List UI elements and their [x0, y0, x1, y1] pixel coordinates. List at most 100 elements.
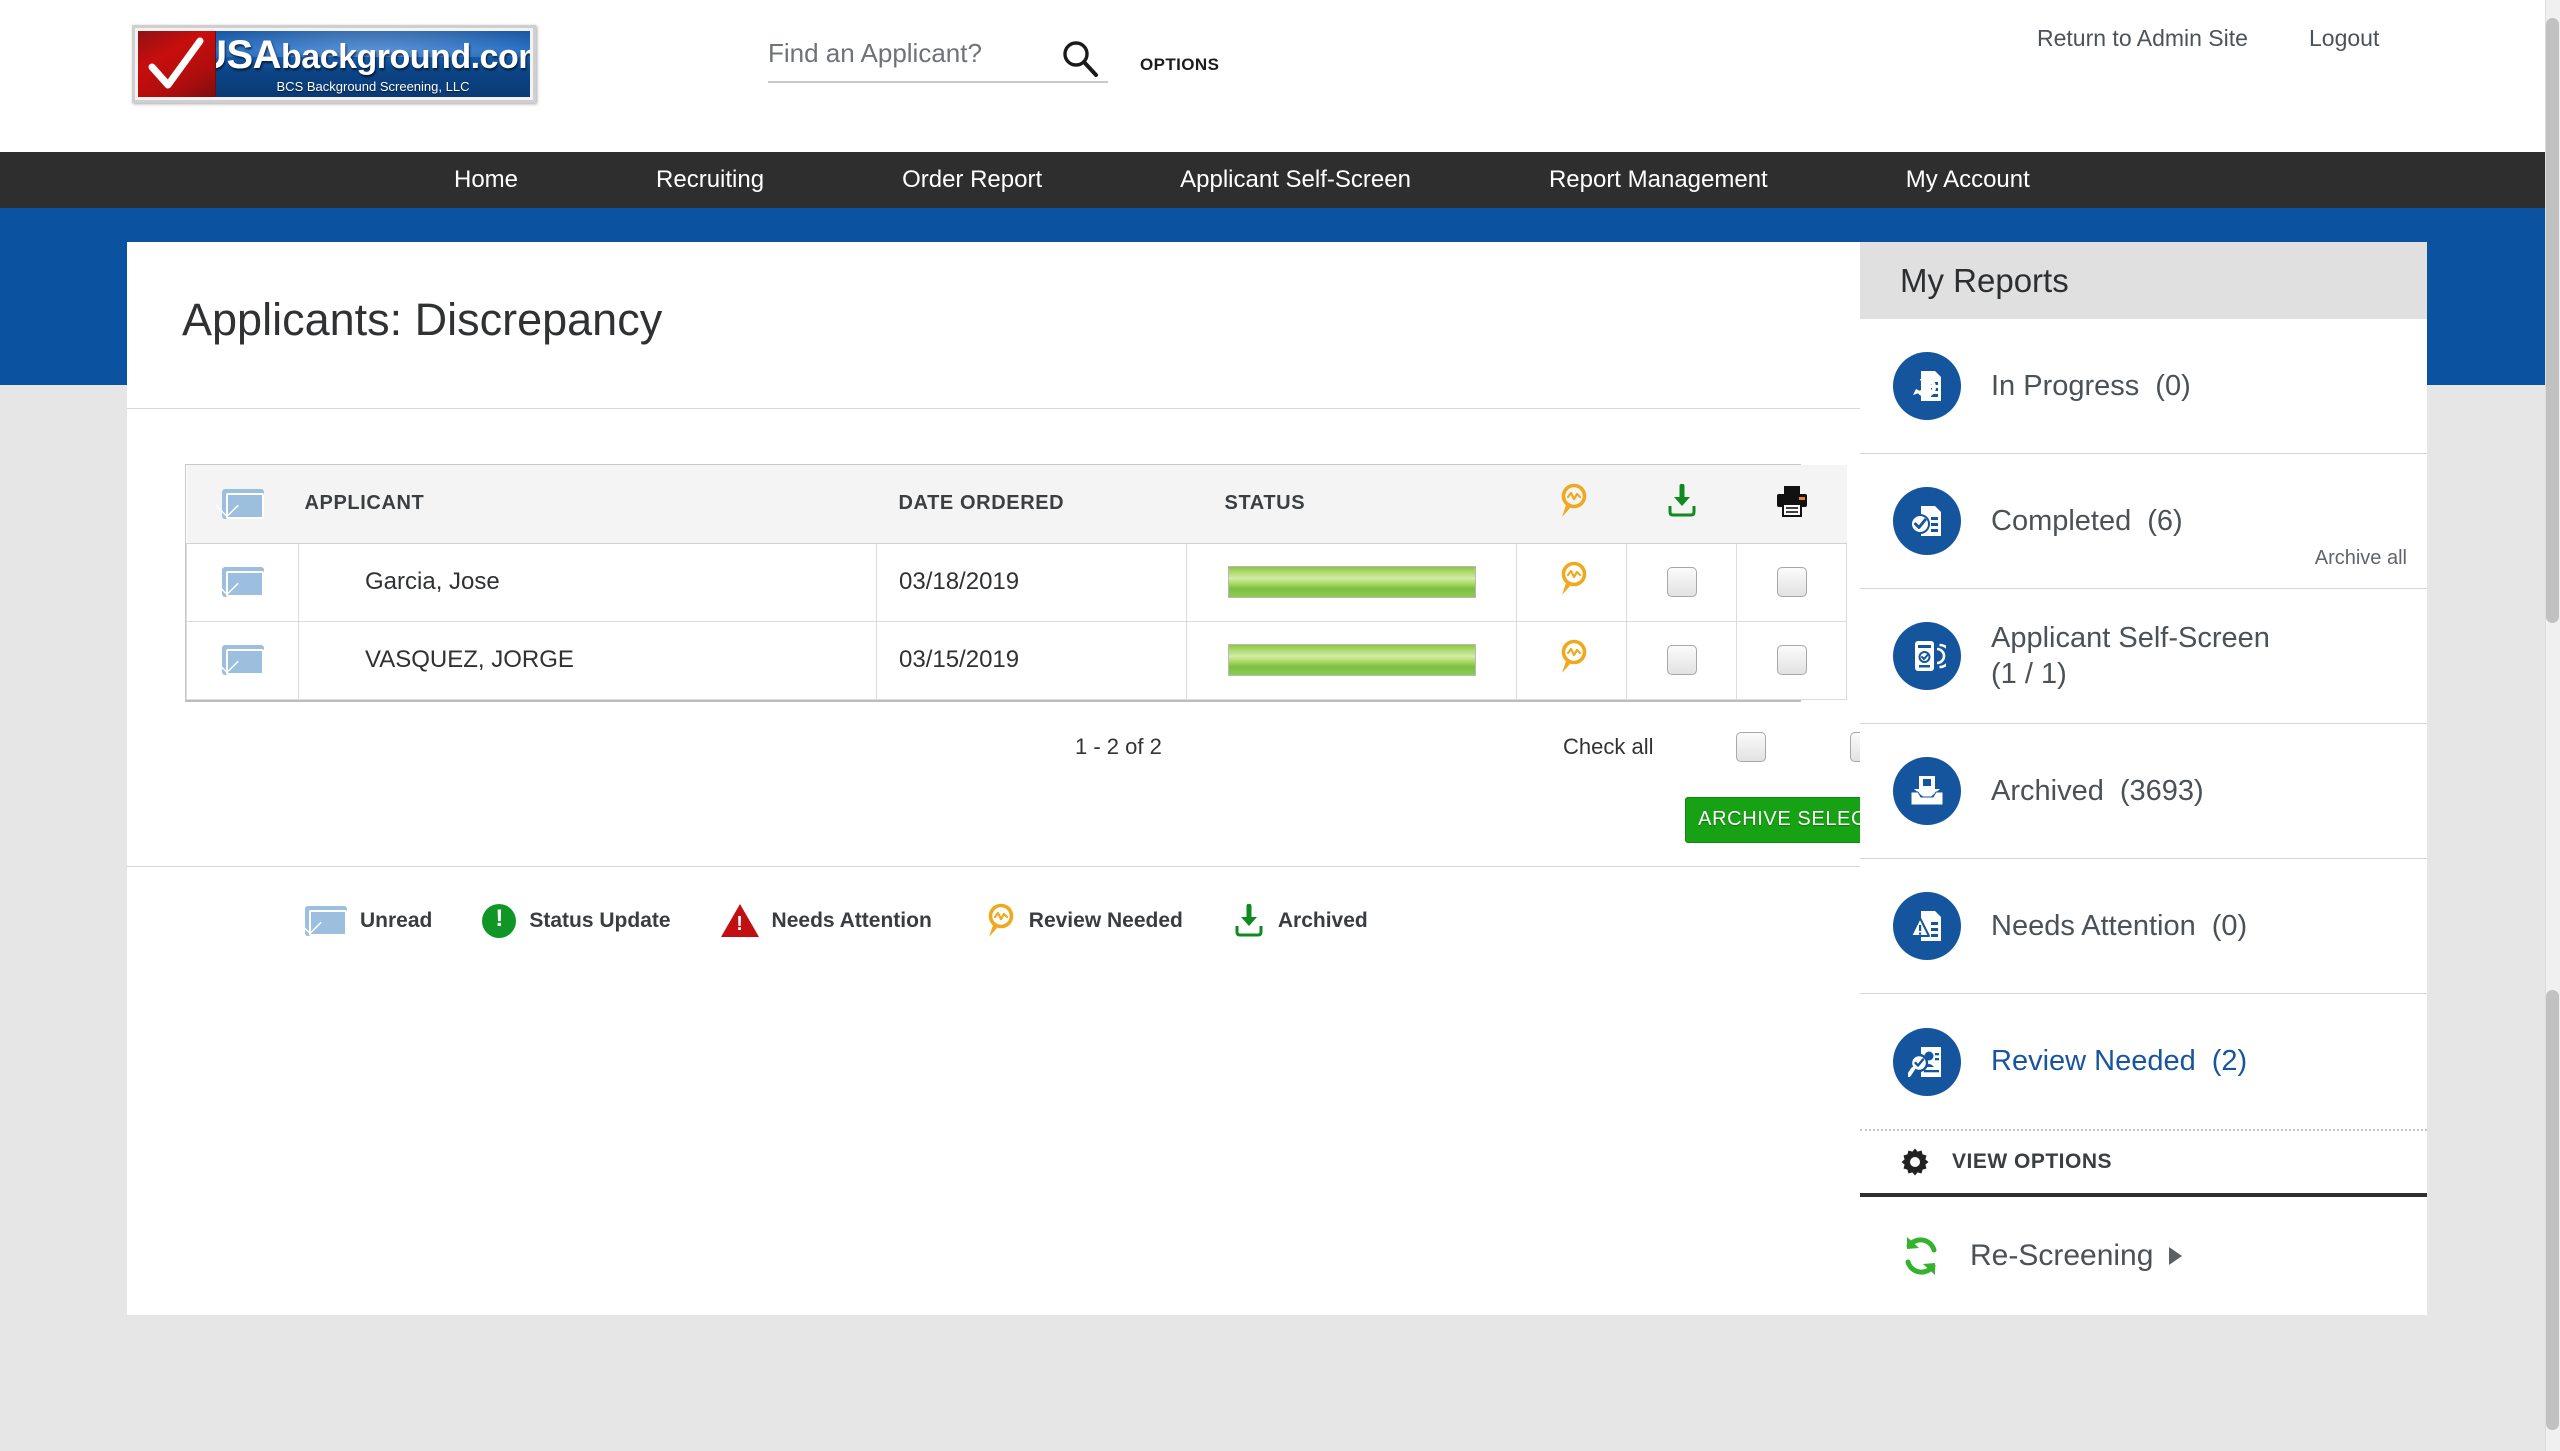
status-progress-bar — [1227, 566, 1476, 598]
row-applicant-name[interactable]: Garcia, Jose — [298, 542, 877, 622]
sidebar-item-label: Needs Attention — [1991, 909, 2196, 942]
row-print-checkbox-cell[interactable] — [1736, 620, 1847, 700]
nav-item-recruiting[interactable]: Recruiting — [602, 166, 818, 194]
unread-envelope-icon[interactable] — [221, 567, 264, 597]
re-screening-row[interactable]: Re-Screening — [1860, 1197, 2427, 1315]
row-review-needed-cell[interactable] — [1516, 620, 1627, 700]
nav-item-applicant-self-screen[interactable]: Applicant Self-Screen — [1126, 166, 1465, 194]
sidebar-item-needs-attention[interactable]: Needs Attention (0) — [1860, 859, 2427, 994]
main-navigation-bar: Home Recruiting Order Report Applicant S… — [0, 152, 2545, 208]
needs-attention-report-icon — [1893, 892, 1961, 960]
table-footer: 1 - 2 of 2 Check all ARCHIVE SELECTED — [185, 702, 1921, 843]
legend-item-unread: Unread — [305, 905, 433, 936]
nav-item-report-management[interactable]: Report Management — [1495, 166, 1822, 194]
legend-item-review-needed: Review Needed — [982, 903, 1183, 939]
sidebar-item-in-progress[interactable]: In Progress (0) — [1860, 319, 2427, 454]
self-screen-icon — [1893, 622, 1961, 690]
legend-item-archived: Archived — [1233, 903, 1368, 938]
table-row[interactable]: Garcia, Jose 03/18/2019 — [186, 542, 1847, 622]
column-header-applicant[interactable]: APPLICANT — [298, 465, 877, 544]
row-envelope-cell[interactable] — [186, 620, 299, 700]
row-archive-checkbox-cell[interactable] — [1626, 620, 1737, 700]
sidebar-item-applicant-self-screen[interactable]: Applicant Self-Screen (1 / 1) — [1860, 589, 2427, 724]
logo-subtitle: BCS Background Screening, LLC — [276, 78, 470, 94]
print-checkbox[interactable] — [1776, 645, 1807, 675]
nav-item-home[interactable]: Home — [400, 166, 572, 194]
nav-item-order-report[interactable]: Order Report — [848, 166, 1096, 194]
legend: Unread Status Update Needs Attention Rev… — [305, 903, 1860, 939]
options-link[interactable]: OPTIONS — [1140, 55, 1219, 75]
checkmark-icon — [138, 31, 216, 97]
archive-checkbox[interactable] — [1666, 567, 1697, 597]
review-needed-icon — [988, 903, 1014, 937]
sidebar-item-count: (3693) — [2119, 774, 2204, 807]
logo-wordmark: USAbackground.com BCS Background Screeni… — [216, 31, 530, 97]
table-head: APPLICANT DATE ORDERED STATUS — [186, 465, 1847, 544]
sidebar-item-text: Needs Attention (0) — [1991, 908, 2247, 944]
review-needed-icon[interactable] — [1555, 561, 1589, 597]
row-envelope-cell[interactable] — [186, 542, 299, 622]
legend-item-status-update: Status Update — [482, 903, 671, 938]
row-date-ordered: 03/18/2019 — [876, 542, 1187, 622]
site-logo[interactable]: USAbackground.com BCS Background Screeni… — [132, 25, 536, 103]
applicants-table-wrapper: APPLICANT DATE ORDERED STATUS Garcia, Jo… — [185, 464, 1847, 702]
sidebar-item-completed[interactable]: Completed (6) Archive all — [1860, 454, 2427, 589]
report-in-progress-icon — [1893, 352, 1961, 420]
column-header-status[interactable]: STATUS — [1186, 465, 1517, 544]
legend-label: Unread — [360, 908, 433, 932]
main-content-card: Applicants: Discrepancy APPLICANT DATE O… — [127, 242, 1921, 1315]
column-header-print[interactable] — [1736, 465, 1847, 544]
sidebar-item-review-needed[interactable]: Review Needed (2) — [1860, 994, 2427, 1129]
archived-download-icon — [1235, 903, 1263, 936]
status-progress-bar — [1227, 644, 1476, 676]
print-checkbox[interactable] — [1776, 567, 1807, 597]
row-print-checkbox-cell[interactable] — [1736, 542, 1847, 622]
sidebar-item-count: (0) — [2155, 369, 2191, 402]
sidebar-item-text: In Progress (0) — [1991, 368, 2191, 404]
view-options-row[interactable]: VIEW OPTIONS — [1860, 1131, 2427, 1197]
sidebar-item-text: Archived (3693) — [1991, 773, 2204, 809]
logo-background-text: background.com — [281, 37, 530, 76]
logout-link[interactable]: Logout — [2309, 25, 2379, 52]
unread-envelope-icon — [305, 905, 347, 936]
archive-checkbox[interactable] — [1666, 645, 1697, 675]
check-all-archive-checkbox[interactable] — [1736, 731, 1766, 762]
sidebar-item-count: (6) — [2147, 504, 2183, 537]
archive-all-link[interactable]: Archive all — [2315, 547, 2407, 570]
re-screening-label: Re-Screening — [1970, 1239, 2154, 1272]
return-to-admin-site-link[interactable]: Return to Admin Site — [2037, 25, 2248, 52]
refresh-icon — [1905, 1237, 1937, 1275]
legend-label: Archived — [1277, 908, 1368, 932]
row-archive-checkbox-cell[interactable] — [1626, 542, 1737, 622]
review-needed-icon[interactable] — [1555, 639, 1589, 675]
sidebar-item-text: Completed (6) — [1991, 503, 2183, 539]
needs-attention-icon — [720, 904, 759, 937]
column-header-review-needed[interactable] — [1516, 465, 1627, 544]
column-header-archive-download[interactable] — [1626, 465, 1737, 544]
nav-item-my-account[interactable]: My Account — [1852, 166, 2084, 194]
row-review-needed-cell[interactable] — [1516, 542, 1627, 622]
table-row[interactable]: VASQUEZ, JORGE 03/15/2019 — [186, 620, 1847, 700]
sidebar-item-label: Review Needed — [1991, 1045, 2196, 1078]
unread-envelope-icon[interactable] — [221, 645, 264, 675]
row-status-cell — [1186, 542, 1517, 622]
view-options-label: VIEW OPTIONS — [1952, 1150, 2113, 1173]
legend-label: Review Needed — [1028, 908, 1183, 932]
search-icon[interactable] — [1060, 38, 1100, 78]
sidebar-title: My Reports — [1860, 242, 2427, 319]
sidebar-item-count: (0) — [2211, 909, 2248, 942]
table-header-row: APPLICANT DATE ORDERED STATUS — [186, 465, 1847, 544]
column-header-date-ordered[interactable]: DATE ORDERED — [876, 465, 1187, 544]
archived-download-icon — [1668, 483, 1695, 517]
row-status-cell — [1186, 620, 1517, 700]
column-header-envelope — [186, 465, 299, 544]
page-scrollbar-track[interactable] — [2545, 0, 2560, 1451]
page-scrollbar-thumb[interactable] — [2546, 18, 2559, 623]
search-input[interactable] — [768, 38, 1108, 83]
row-applicant-name[interactable]: VASQUEZ, JORGE — [298, 620, 877, 700]
sidebar-item-label: Completed — [1991, 504, 2132, 537]
sidebar-item-archived[interactable]: Archived (3693) — [1860, 724, 2427, 859]
table-body: Garcia, Jose 03/18/2019 VASQUEZ, JORGE 0… — [186, 542, 1847, 700]
pagination-count: 1 - 2 of 2 — [1075, 733, 1162, 759]
page-scrollbar-thumb-lower[interactable] — [2546, 990, 2559, 1430]
